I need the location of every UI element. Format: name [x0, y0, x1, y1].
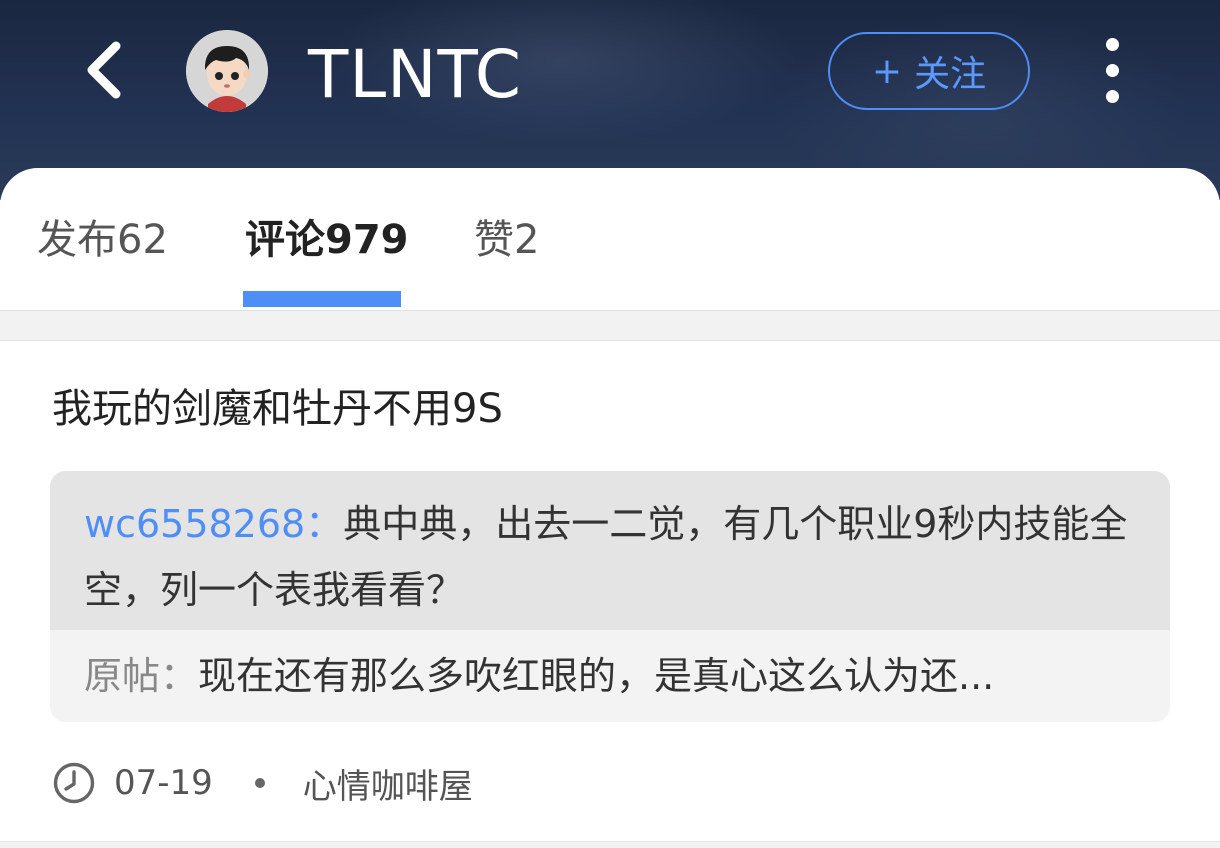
plus-icon: +	[871, 50, 903, 92]
comment-meta: 07-19 心情咖啡屋	[52, 755, 473, 811]
comment-card[interactable]: 我玩的剑魔和牡丹不用9S wc6558268：典中典，出去一二觉，有几个职业9秒…	[0, 340, 1220, 842]
clock-icon	[53, 762, 95, 804]
separator-dot	[254, 778, 265, 788]
tab-posts[interactable]: 发布62	[37, 216, 168, 264]
tab-bar: 发布62 评论979 赞2	[0, 168, 1220, 311]
tab-comments[interactable]: 评论979	[245, 216, 409, 264]
reply-username[interactable]: wc6558268：	[84, 502, 343, 546]
original-post[interactable]: 原帖：现在还有那么多吹红眼的，是真心这么认为还...	[50, 630, 1170, 722]
original-post-content: 原帖：现在还有那么多吹红眼的，是真心这么认为还...	[84, 648, 1144, 704]
tab-likes[interactable]: 赞2	[474, 216, 539, 264]
follow-label: 关注	[914, 54, 987, 95]
follow-button[interactable]: + 关注	[828, 32, 1030, 110]
active-tab-indicator	[243, 291, 401, 307]
quoted-thread[interactable]: wc6558268：典中典，出去一二觉，有几个职业9秒内技能全空，列一个表我看看…	[50, 471, 1170, 722]
back-button[interactable]	[78, 38, 134, 102]
cartoon-boy-avatar-icon	[186, 30, 268, 112]
more-options-button[interactable]	[1094, 38, 1132, 104]
forum-name[interactable]: 心情咖啡屋	[303, 759, 473, 808]
original-post-text: 现在还有那么多吹红眼的，是真心这么认为还...	[198, 654, 995, 698]
comment-text: 我玩的剑魔和牡丹不用9S	[52, 386, 503, 432]
page-title: TLNTC	[308, 36, 522, 113]
avatar[interactable]	[186, 30, 268, 112]
original-post-label: 原帖：	[84, 654, 199, 698]
chevron-left-icon	[87, 41, 121, 99]
quoted-reply[interactable]: wc6558268：典中典，出去一二觉，有几个职业9秒内技能全空，列一个表我看看…	[50, 471, 1170, 630]
comment-date: 07-19	[114, 763, 213, 803]
reply-content: wc6558268：典中典，出去一二觉，有几个职业9秒内技能全空，列一个表我看看…	[84, 491, 1134, 623]
